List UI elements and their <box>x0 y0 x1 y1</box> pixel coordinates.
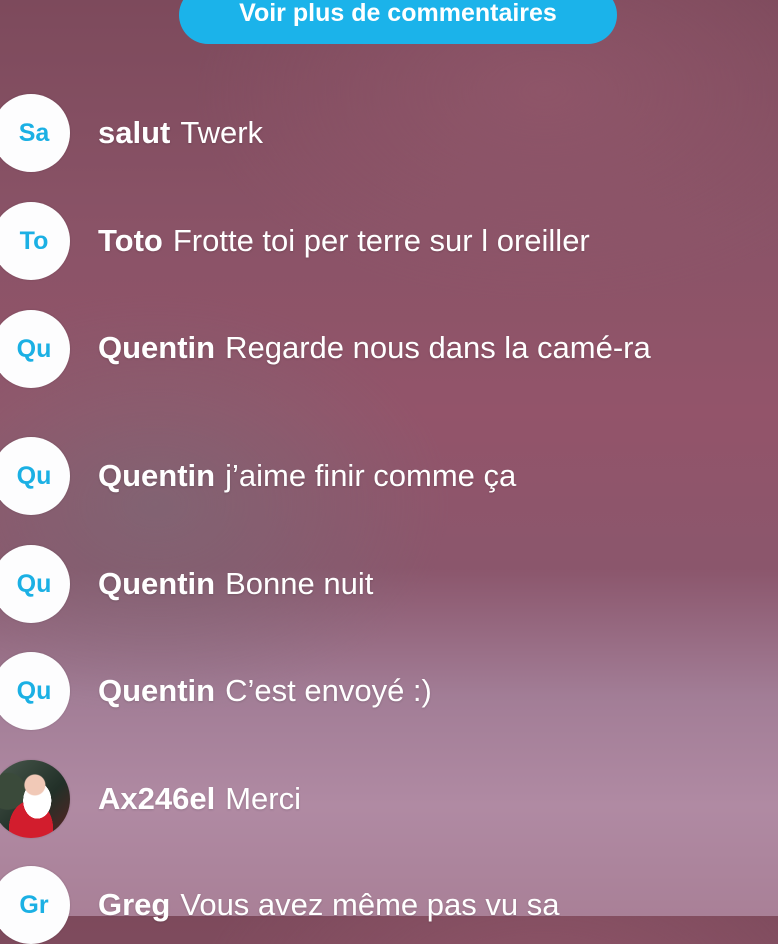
comment-text: Quentin j’aime finir comme ça <box>98 453 698 498</box>
avatar[interactable]: Gr <box>0 866 70 944</box>
avatar[interactable]: Qu <box>0 652 70 730</box>
comment-message: Vous avez même pas vu sa <box>180 887 560 922</box>
comment-text: Quentin Bonne nuit <box>98 561 698 606</box>
comment-message: Frotte toi per terre sur l oreiller <box>172 223 590 258</box>
avatar-initials: Sa <box>18 118 50 147</box>
avatar[interactable]: Qu <box>0 310 70 388</box>
comment-text: Quentin Regarde nous dans la camé-ra <box>98 325 688 370</box>
comment-author[interactable]: Quentin <box>98 566 215 601</box>
comment-author[interactable]: Quentin <box>98 458 215 493</box>
comment-author[interactable]: salut <box>98 115 170 150</box>
more-comments-button[interactable]: Voir plus de commentaires <box>179 0 617 44</box>
comment-message: Bonne nuit <box>225 566 374 601</box>
comment-message: Regarde nous dans la camé-ra <box>225 330 651 365</box>
avatar[interactable]: Qu <box>0 545 70 623</box>
avatar-photo[interactable] <box>0 760 70 838</box>
comment-message: C’est envoyé :) <box>225 673 432 708</box>
comment-author[interactable]: Toto <box>98 223 163 258</box>
avatar-initials: Qu <box>16 676 52 705</box>
avatar-initials: Qu <box>16 461 52 490</box>
comment-author[interactable]: Quentin <box>98 673 215 708</box>
avatar-initials: Qu <box>16 569 52 598</box>
comment-message: j’aime finir comme ça <box>225 458 517 493</box>
comment-author[interactable]: Greg <box>98 887 170 922</box>
comment-text: Toto Frotte toi per terre sur l oreiller <box>98 218 698 263</box>
avatar[interactable]: To <box>0 202 70 280</box>
comment-text: Greg Vous avez même pas vu sa <box>98 882 698 927</box>
comment-author[interactable]: Quentin <box>98 330 215 365</box>
avatar-initials: To <box>19 226 49 255</box>
comment-text: Quentin C’est envoyé :) <box>98 668 698 713</box>
comment-message: Merci <box>225 781 301 816</box>
comment-author[interactable]: Ax246el <box>98 781 215 816</box>
avatar-initials: Qu <box>16 334 52 363</box>
comment-text: salut Twerk <box>98 110 698 155</box>
comment-message: Twerk <box>180 115 264 150</box>
comment-text: Ax246el Merci <box>98 776 698 821</box>
avatar-initials: Gr <box>19 890 49 919</box>
avatar[interactable]: Qu <box>0 437 70 515</box>
avatar[interactable]: Sa <box>0 94 70 172</box>
